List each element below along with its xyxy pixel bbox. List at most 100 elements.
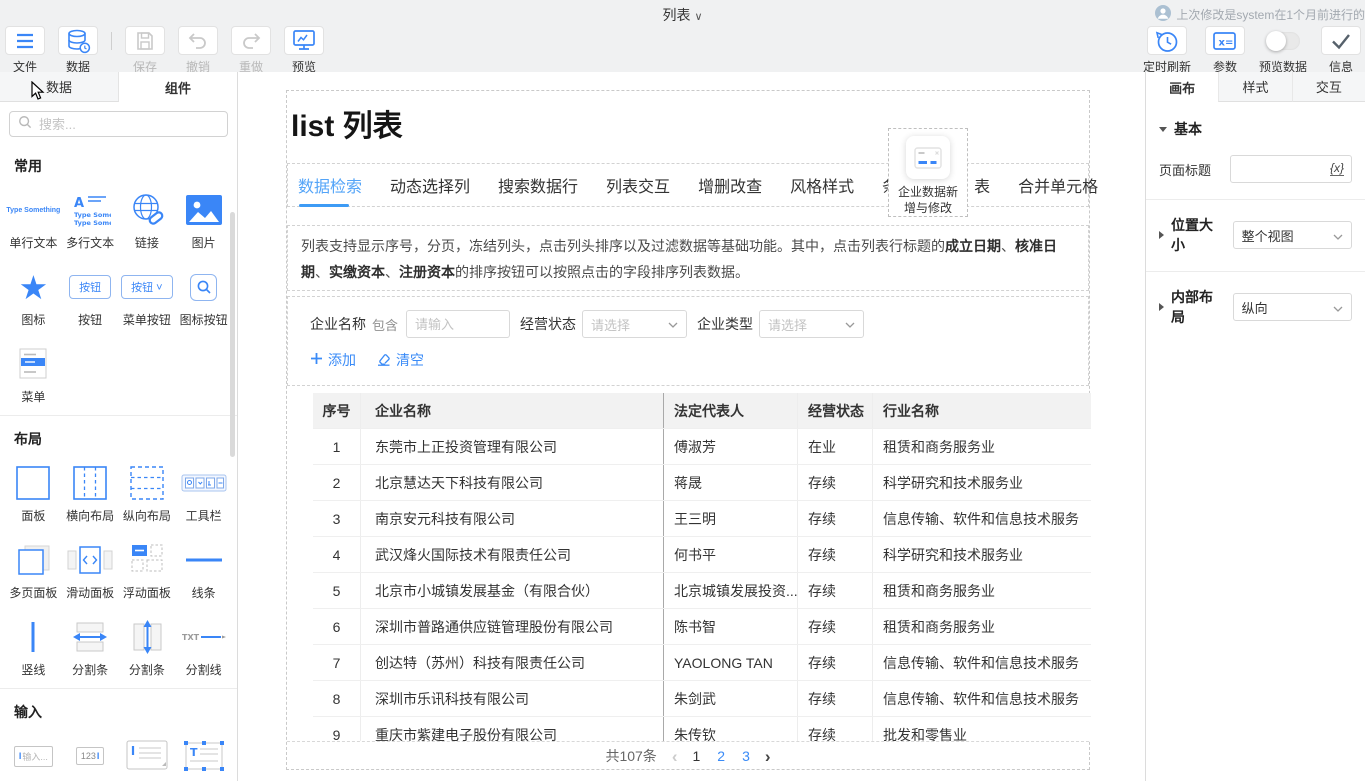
table-clip-border (287, 741, 1089, 742)
column-header[interactable]: 企业名称 (361, 393, 664, 428)
page-title-value[interactable] (1238, 162, 1330, 177)
component-v-layout[interactable]: 纵向布局 (119, 462, 175, 524)
properties-tab-1[interactable]: 样式 (1218, 72, 1291, 102)
toolbar-button-timer-refresh[interactable]: 定时刷新 (1143, 26, 1191, 75)
component-menu-button[interactable]: 按钮 ˅ 菜单按钮 (119, 266, 175, 328)
component-image[interactable]: 图片 (176, 189, 232, 251)
component-star[interactable]: ★ 图标 (5, 266, 61, 328)
component-button[interactable]: 按钮 按钮 (62, 266, 118, 328)
component-text-input[interactable]: I输入... 文本输入 (5, 735, 61, 781)
canvas-tab[interactable]: 风格样式 (790, 173, 854, 197)
component-link[interactable]: 链接 (119, 189, 175, 251)
component-number-input[interactable]: 123I 数值输入 (62, 735, 118, 781)
table-cell: 租赁和商务服务业 (873, 573, 1091, 608)
canvas-tab[interactable]: 列表交互 (606, 173, 670, 197)
next-page-icon[interactable]: › (765, 748, 771, 765)
drag-ghost-label: 企业数据新增与修改 (896, 184, 960, 216)
component-multi-text[interactable]: AType SomethingType Something 多行文本 (62, 189, 118, 251)
table-cell: 信息传输、软件和信息技术服务 (873, 645, 1091, 680)
canvas-tab[interactable]: 搜索数据行 (498, 173, 578, 197)
properties-tab-2[interactable]: 交互 (1292, 72, 1365, 102)
group-basic[interactable]: 基本 (1159, 119, 1352, 139)
toolbar-button-file-menu[interactable]: 文件 (5, 26, 45, 75)
table-row[interactable]: 4武汉烽火国际技术有限责任公司何书平存续科学研究和技术服务业 (313, 537, 1091, 573)
page-number[interactable]: 1 (692, 748, 700, 764)
toolbar-button-database[interactable]: 数据 (58, 26, 98, 75)
table-cell: 在业 (798, 429, 873, 464)
position-size-select[interactable]: 整个视图 (1233, 221, 1352, 249)
toolbar-button-params[interactable]: x= 参数 (1205, 26, 1245, 75)
component-h-splitter[interactable]: 分割条 (62, 616, 118, 678)
window-icon (906, 136, 950, 179)
component-slide-panel[interactable]: 滑动面板 (62, 539, 118, 601)
last-modified-status: 上次修改是system在1个月前进行的 (1155, 5, 1365, 24)
component-search[interactable] (9, 111, 228, 137)
canvas-tab[interactable]: 合并单元格 (1018, 173, 1098, 197)
properties-body: 基本 页面标题 {x} 位置大小 整个视图 内部 (1146, 119, 1365, 327)
toolbar-button-check[interactable]: 信息 (1321, 26, 1361, 75)
table-row[interactable]: 7创达特（苏州）科技有限责任公司YAOLONG TAN存续信息传输、软件和信息技… (313, 645, 1091, 681)
toolbar-button-preview[interactable]: 预览 (284, 26, 324, 75)
table-row[interactable]: 9重庆市紫建电子股份有限公司朱传钦存续批发和零售业 (313, 717, 1091, 741)
table-row[interactable]: 2北京慧达天下科技有限公司蒋晟存续科学研究和技术服务业 (313, 465, 1091, 501)
canvas-tab[interactable]: 表 (974, 173, 990, 197)
canvas-tab[interactable]: 动态选择列 (390, 173, 470, 197)
component-menu[interactable]: 菜单 (5, 343, 61, 405)
component-richtext-input[interactable]: T 富文本输入 (176, 735, 232, 781)
component-toolbar[interactable]: 工具栏 (176, 462, 232, 524)
page-number[interactable]: 2 (717, 748, 725, 764)
toolbar-button-undo[interactable]: 撤销 (178, 26, 218, 75)
canvas-tab[interactable]: 数据检索 (298, 173, 362, 197)
page-number[interactable]: 3 (742, 748, 750, 764)
clear-filter-button[interactable]: 清空 (376, 350, 424, 370)
pagination: 共107条 ‹ 123 › (287, 746, 1089, 766)
business-status-select[interactable]: 请选择 (582, 310, 687, 338)
caret-right-icon[interactable] (1159, 231, 1164, 239)
table-row[interactable]: 5北京市小城镇发展基金（有限合伙）北京城镇发展投资...存续租赁和商务服务业 (313, 573, 1091, 609)
prev-page-icon[interactable]: ‹ (672, 748, 678, 765)
column-header[interactable]: 行业名称 (873, 393, 1091, 428)
table-row[interactable]: 3南京安元科技有限公司王三明存续信息传输、软件和信息技术服务 (313, 501, 1091, 537)
company-name-field[interactable] (415, 317, 501, 332)
component-v-line[interactable]: 竖线 (5, 616, 61, 678)
caret-right-icon[interactable] (1159, 303, 1164, 311)
column-header[interactable]: 法定代表人 (664, 393, 798, 428)
component-multi-page[interactable]: 多页面板 (5, 539, 61, 601)
component-h-layout[interactable]: 横向布局 (62, 462, 118, 524)
component-panel[interactable]: 面板 (5, 462, 61, 524)
add-filter-button[interactable]: 添加 (310, 350, 356, 370)
properties-tab-0[interactable]: 画布 (1146, 72, 1218, 102)
company-name-input[interactable] (406, 310, 510, 338)
page-title-input[interactable]: {x} (1230, 155, 1352, 183)
table-row[interactable]: 1东莞市上正投资管理有限公司傅淑芳在业租赁和商务服务业 (313, 429, 1091, 465)
column-header[interactable]: 经营状态 (798, 393, 873, 428)
component-divider-line[interactable]: TXT 分割线 (176, 616, 232, 678)
divider (1146, 199, 1365, 200)
component-icon-button[interactable]: 图标按钮 (176, 266, 232, 328)
scrollbar-thumb[interactable] (230, 212, 235, 457)
chevron-down-icon (1333, 228, 1343, 243)
toolbar-button-toggle[interactable]: 预览数据 (1259, 26, 1307, 75)
topbar: 列表∨ 上次修改是system在1个月前进行的 文件 数据 保存 撤销 重做 (0, 0, 1365, 72)
company-type-select[interactable]: 请选择 (759, 310, 864, 338)
table-row[interactable]: 8深圳市乐讯科技有限公司朱剑武存续信息传输、软件和信息技术服务 (313, 681, 1091, 717)
toolbar-button-save[interactable]: 保存 (125, 26, 165, 75)
left-panel-tab-0[interactable]: 数据 (0, 72, 119, 102)
component-single-text[interactable]: Type Something 单行文本 (5, 189, 61, 251)
component-v-splitter[interactable]: 分割条 (119, 616, 175, 678)
multi-page-icon (14, 539, 52, 581)
search-input[interactable] (39, 117, 219, 132)
toolbar-button-redo[interactable]: 重做 (231, 26, 271, 75)
table-row[interactable]: 6深圳市普路通供应链管理股份有限公司陈书智存续租赁和商务服务业 (313, 609, 1091, 645)
left-panel-tab-1[interactable]: 组件 (119, 72, 237, 102)
canvas-tab[interactable]: 增删改查 (698, 173, 762, 197)
table-cell: 何书平 (664, 537, 798, 572)
component-float-panel[interactable]: 浮动面板 (119, 539, 175, 601)
component-multiline-input[interactable]: 多行输入 (119, 735, 175, 781)
table-cell: 科学研究和技术服务业 (873, 537, 1091, 572)
table-cell: 存续 (798, 465, 873, 500)
inner-layout-select[interactable]: 纵向 (1233, 293, 1352, 321)
component-h-line[interactable]: 线条 (176, 539, 232, 601)
formula-icon[interactable]: {x} (1330, 162, 1344, 176)
column-header[interactable]: 序号 (313, 393, 361, 428)
